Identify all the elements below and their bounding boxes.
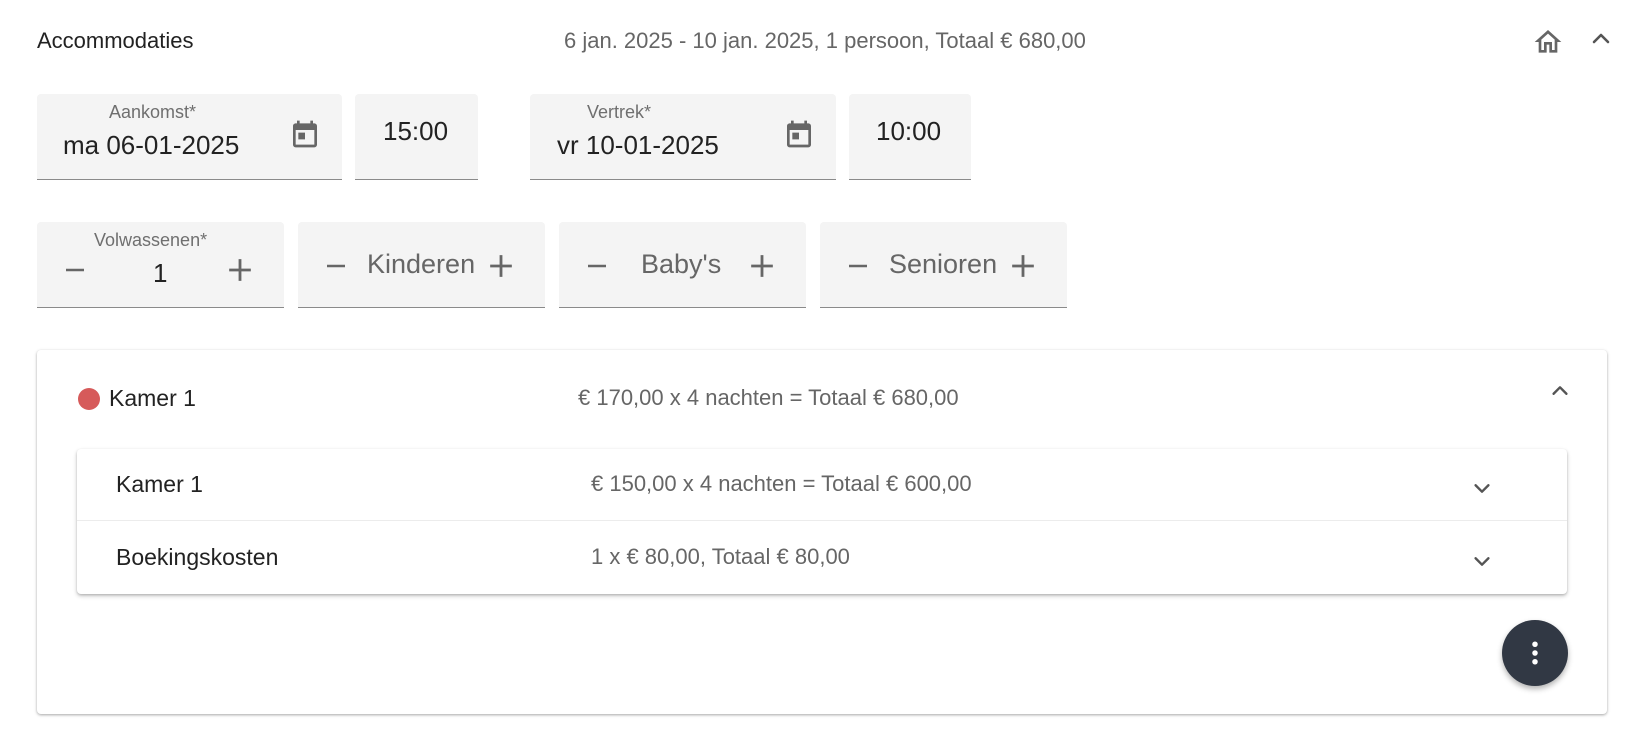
collapse-button[interactable] xyxy=(1586,22,1616,56)
room-title: Kamer 1 xyxy=(109,385,196,411)
line-item-name: Boekingskosten xyxy=(116,544,279,570)
chevron-down-icon xyxy=(1474,484,1490,493)
chevron-up-icon xyxy=(1592,33,1610,44)
line-item-room[interactable]: Kamer 1 € 150,00 x 4 nachten = Totaal € … xyxy=(77,449,1567,521)
room-status-dot xyxy=(78,388,100,410)
calendar-icon xyxy=(787,120,811,148)
seniors-increment-button[interactable] xyxy=(1005,248,1041,284)
chevron-up-icon xyxy=(1552,386,1568,395)
seniors-placeholder[interactable]: Senioren xyxy=(889,249,997,280)
arrival-calendar-button[interactable] xyxy=(287,114,323,154)
home-button[interactable] xyxy=(1530,24,1566,60)
plus-icon xyxy=(1012,255,1034,277)
adults-decrement-button[interactable] xyxy=(57,252,93,288)
adults-increment-button[interactable] xyxy=(222,252,258,288)
section-title: Accommodaties xyxy=(37,28,194,53)
seniors-decrement-button[interactable] xyxy=(840,248,876,284)
departure-time-value: 10:00 xyxy=(876,116,942,146)
babies-counter: Baby's xyxy=(559,222,806,308)
more-actions-button[interactable] xyxy=(1502,620,1568,686)
babies-placeholder[interactable]: Baby's xyxy=(641,249,721,280)
minus-icon xyxy=(66,268,84,272)
chevron-down-icon xyxy=(1474,557,1490,566)
babies-decrement-button[interactable] xyxy=(579,248,615,284)
plus-icon xyxy=(229,259,251,281)
children-decrement-button[interactable] xyxy=(318,248,354,284)
adults-counter: Volwassenen* 1 xyxy=(37,222,284,308)
arrival-label: Aankomst* xyxy=(109,102,197,122)
home-icon xyxy=(1534,30,1562,53)
minus-icon xyxy=(849,264,867,268)
arrival-time-field[interactable]: 15:00 xyxy=(355,94,478,180)
babies-increment-button[interactable] xyxy=(744,248,780,284)
minus-icon xyxy=(588,264,606,268)
minus-icon xyxy=(327,264,345,268)
departure-calendar-button[interactable] xyxy=(781,114,817,154)
departure-date-field[interactable]: Vertrek* vr 10-01-2025 xyxy=(530,94,836,180)
room-lines-panel: Kamer 1 € 150,00 x 4 nachten = Totaal € … xyxy=(77,449,1567,594)
adults-label: Volwassenen* xyxy=(94,230,208,250)
children-increment-button[interactable] xyxy=(483,248,519,284)
children-placeholder[interactable]: Kinderen xyxy=(367,249,475,280)
plus-icon xyxy=(751,255,773,277)
line-item-name: Kamer 1 xyxy=(116,471,203,497)
line-item-expand-button[interactable] xyxy=(1467,473,1497,503)
children-counter: Kinderen xyxy=(298,222,545,308)
seniors-counter: Senioren xyxy=(820,222,1067,308)
calendar-icon xyxy=(293,120,317,148)
room-summary: € 170,00 x 4 nachten = Totaal € 680,00 xyxy=(578,385,959,410)
departure-value: vr 10-01-2025 xyxy=(557,130,719,160)
room-collapse-button[interactable] xyxy=(1545,376,1575,406)
booking-summary: 6 jan. 2025 - 10 jan. 2025, 1 persoon, T… xyxy=(564,28,1086,53)
arrival-value: ma 06-01-2025 xyxy=(63,130,240,160)
more-vertical-icon xyxy=(1532,641,1538,665)
room-card: Kamer 1 € 170,00 x 4 nachten = Totaal € … xyxy=(37,350,1607,714)
adults-value[interactable]: 1 xyxy=(153,258,167,289)
line-item-summary: 1 x € 80,00, Totaal € 80,00 xyxy=(591,544,850,569)
plus-icon xyxy=(490,255,512,277)
line-item-summary: € 150,00 x 4 nachten = Totaal € 600,00 xyxy=(591,471,972,496)
arrival-time-value: 15:00 xyxy=(383,116,449,146)
departure-label: Vertrek* xyxy=(587,102,652,122)
departure-time-field[interactable]: 10:00 xyxy=(849,94,971,180)
line-item-booking-fee[interactable]: Boekingskosten 1 x € 80,00, Totaal € 80,… xyxy=(77,522,1567,594)
arrival-date-field[interactable]: Aankomst* ma 06-01-2025 xyxy=(37,94,342,180)
line-item-expand-button[interactable] xyxy=(1467,546,1497,576)
